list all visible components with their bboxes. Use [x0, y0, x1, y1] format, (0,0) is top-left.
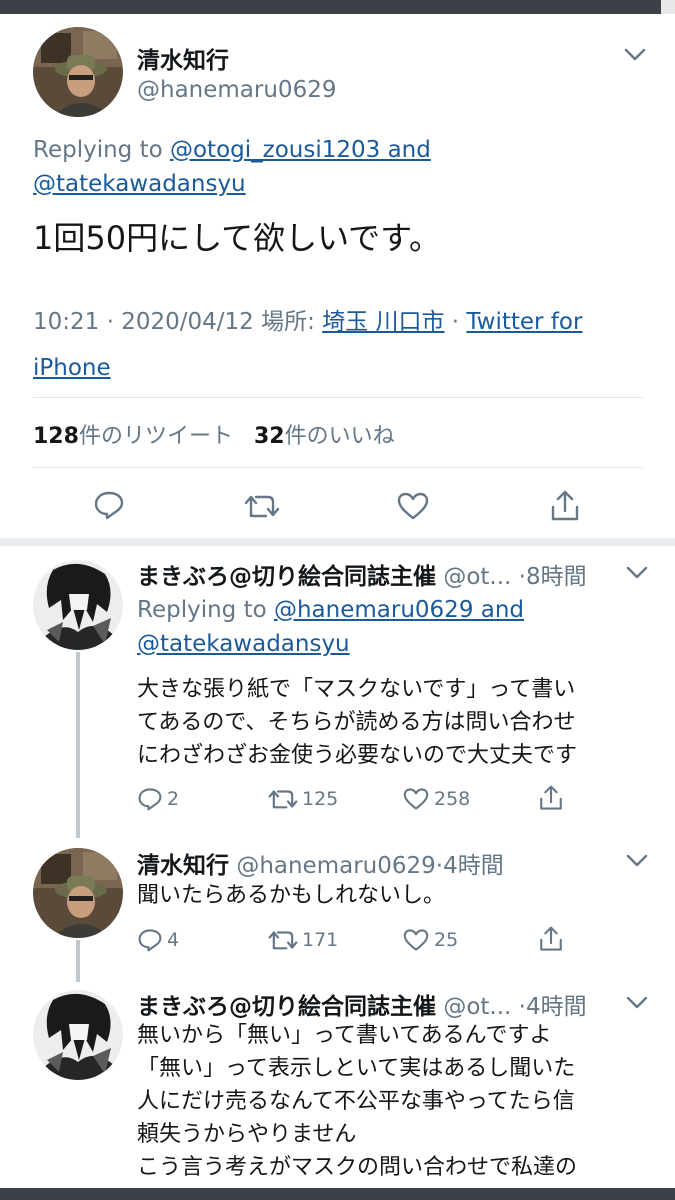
like-label: 件のいいね	[284, 424, 395, 449]
retweet-icon	[268, 931, 298, 950]
share-icon[interactable]	[538, 784, 564, 812]
share-icon[interactable]	[538, 925, 564, 953]
thread-line	[76, 940, 80, 982]
section-divider	[0, 538, 675, 546]
reply-text-line: 大きな張り紙で「マスクないです」って書い	[137, 677, 576, 702]
chevron-down-icon[interactable]	[626, 854, 648, 868]
reply-text: 聞いたらあるかもしれないし。	[137, 879, 445, 912]
avatar[interactable]	[33, 560, 123, 650]
reply-time[interactable]: ·4時間	[436, 853, 504, 879]
like-action[interactable]: 25	[402, 928, 458, 952]
reply-author-handle[interactable]: @ot...	[443, 564, 511, 590]
reply-time[interactable]: ·4時間	[519, 994, 587, 1020]
tweet-location-link[interactable]: 埼玉 川口市	[322, 309, 444, 335]
chevron-down-icon[interactable]	[624, 48, 646, 62]
reply-mention-link[interactable]: @otogi_zousi1203 and	[170, 137, 431, 163]
reply-author-handle[interactable]: @ot...	[443, 994, 511, 1020]
like-action[interactable]: 258	[402, 787, 470, 811]
retweet-icon	[268, 790, 298, 809]
reply-action[interactable]: 4	[137, 928, 179, 952]
reply-text-line: 頼失うからやりません	[137, 1122, 357, 1147]
reply-text-line: にわざわざお金使う必要ないので大丈夫です	[137, 743, 578, 768]
like-count: 258	[434, 788, 471, 810]
author-handle[interactable]: @hanemaru0629	[137, 77, 336, 103]
reply-icon[interactable]	[93, 490, 125, 520]
reply-mention-link[interactable]: @hanemaru0629 and	[274, 597, 524, 623]
like-count: 25	[434, 929, 459, 951]
author-name[interactable]: 清水知行	[137, 41, 229, 75]
like-icon	[403, 788, 429, 810]
retweet-count: 125	[302, 788, 339, 810]
like-icon	[403, 929, 429, 951]
avatar[interactable]	[33, 27, 123, 117]
reply-text-line: てあるので、そちらが読める方は問い合わせ	[137, 710, 576, 735]
reply-header: 清水知行 @hanemaru0629·4時間	[137, 846, 504, 880]
bottom-bar	[0, 1188, 675, 1200]
reply-author-name[interactable]: 清水知行	[137, 853, 229, 879]
tweet-meta: 10:21 · 2020/04/12 場所: 埼玉 川口市 · Twitter …	[33, 299, 582, 391]
divider	[33, 397, 643, 398]
reply-text: 大きな張り紙で「マスクないです」って書い てあるので、そちらが読める方は問い合わ…	[137, 673, 577, 772]
like-count: 32	[253, 424, 285, 449]
reply-header: まきぶろ@切り絵合同誌主催 @ot... ·8時間	[137, 557, 587, 591]
tweet-stats: 128件のリツイート 32件のいいね	[33, 418, 395, 450]
tweet-source-link[interactable]: Twitter for	[466, 309, 582, 335]
reply-mention-link-2[interactable]: @tatekawadansyu	[33, 171, 246, 197]
reply-text-line: 無いから「無い」って書いてあるんですよ	[137, 1023, 552, 1048]
retweet-action[interactable]: 171	[268, 928, 338, 952]
avatar[interactable]	[33, 990, 123, 1080]
retweet-icon[interactable]	[244, 492, 280, 520]
reply-icon	[138, 788, 162, 811]
reply-time[interactable]: ·8時間	[519, 564, 587, 590]
reply-author-name[interactable]: まきぶろ@切り絵合同誌主催	[137, 564, 436, 590]
thread-line	[76, 652, 80, 838]
reply-count: 4	[167, 929, 180, 951]
chevron-down-icon[interactable]	[626, 996, 648, 1010]
tweet-timestamp: 10:21 · 2020/04/12 場所:	[33, 309, 323, 335]
reply-count: 2	[167, 788, 180, 810]
reply-author-name[interactable]: まきぶろ@切り絵合同誌主催	[137, 994, 436, 1020]
tweet-source-link-2[interactable]: iPhone	[33, 355, 111, 381]
reply-mention-link-2[interactable]: @tatekawadansyu	[137, 631, 350, 657]
reply-icon	[138, 929, 162, 952]
avatar[interactable]	[33, 848, 123, 938]
retweet-label: 件のリツイート	[78, 424, 233, 449]
chevron-down-icon[interactable]	[626, 566, 648, 580]
status-bar	[0, 0, 675, 14]
share-icon[interactable]	[549, 489, 581, 523]
reply-action[interactable]: 2	[137, 787, 179, 811]
reply-text-line: 人にだけ売るなんて不公平な事やってたら信	[137, 1089, 575, 1114]
tweet-text: 1回50円にして欲しいです。	[33, 219, 441, 257]
retweet-count: 128	[33, 424, 79, 449]
reply-text-line: 「無い」って表示しといて実はあるし聞いた	[137, 1056, 576, 1081]
like-icon[interactable]	[396, 491, 430, 521]
like-stat[interactable]: 32件のいいね	[254, 424, 395, 449]
meta-separator: ·	[444, 309, 467, 335]
status-bar-indicator	[661, 0, 675, 14]
reply-text-line: こう言う考えがマスクの問い合わせで私達の	[137, 1155, 578, 1180]
divider	[33, 467, 643, 468]
retweet-action[interactable]: 125	[268, 787, 338, 811]
reply-text: 無いから「無い」って書いてあるんですよ 「無い」って表示しといて実はあるし聞いた…	[137, 1019, 577, 1184]
replying-to: Replying to @hanemaru0629 and @tatekawad…	[137, 593, 524, 661]
retweet-count: 171	[302, 929, 339, 951]
reply-header: まきぶろ@切り絵合同誌主催 @ot... ·4時間	[137, 987, 587, 1021]
reply-author-handle[interactable]: @hanemaru0629	[236, 853, 435, 879]
replying-to: Replying to @otogi_zousi1203 and @tateka…	[33, 133, 431, 201]
replying-prefix: Replying to	[33, 137, 170, 163]
replying-prefix: Replying to	[137, 597, 274, 623]
retweet-stat[interactable]: 128件のリツイート	[33, 424, 233, 449]
reply-text-line: 聞いたらあるかもしれないし。	[137, 883, 446, 908]
